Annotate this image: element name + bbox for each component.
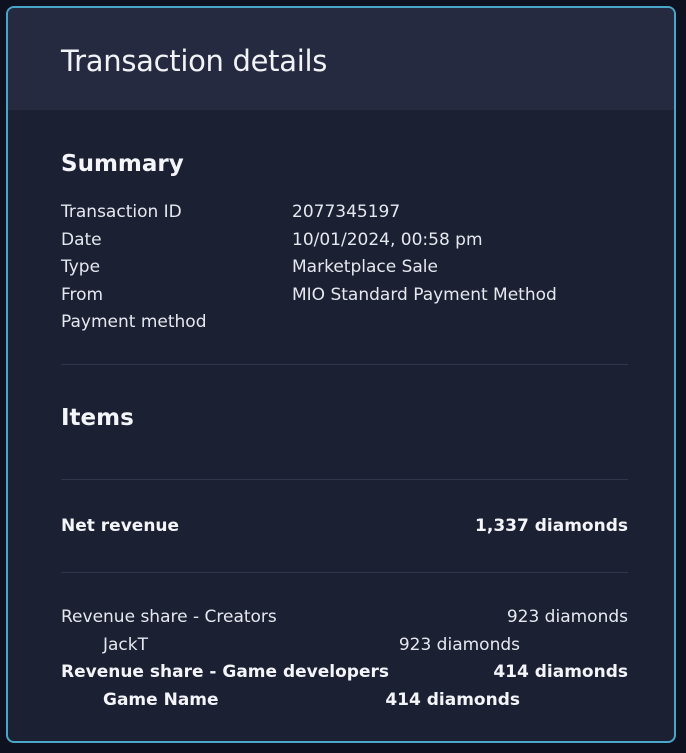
share-value: 414 diamonds [493,662,628,683]
summary-label: Transaction ID [61,202,182,222]
net-revenue-divider [61,572,628,573]
summary-value: 10/01/2024, 00:58 pm [292,229,483,250]
share-label: Revenue share - Creators [61,607,277,627]
share-label: JackT [103,634,149,655]
items-divider [61,479,628,480]
summary-value: 2077345197 [292,202,401,222]
revenue-share-subrow-game: Game Name 414 diamonds [61,687,520,715]
items-heading: Items [61,405,134,431]
summary-value: MIO Standard Payment Method [292,284,557,305]
net-revenue-label: Net revenue [61,516,180,536]
summary-heading: Summary [61,151,184,177]
share-value: 923 diamonds [398,634,520,655]
transaction-details-dialog: Transaction details Summary Transaction … [6,6,676,743]
summary-value: Marketplace Sale [292,257,438,278]
revenue-share-row-creators: Revenue share - Creators 923 diamonds [61,604,628,632]
share-value: 923 diamonds [506,607,628,627]
summary-label: Type [61,257,101,278]
share-label: Game Name [103,689,219,710]
share-label: Revenue share - Game developers [61,662,389,683]
revenue-share-subrow-creator: JackT 923 diamonds [61,632,520,660]
dialog-header: Transaction details [8,8,674,110]
summary-list: Transaction ID 2077345197 Date 10/01/202… [61,199,626,337]
summary-label: From [61,284,104,305]
summary-row-date: Date 10/01/2024, 00:58 pm [61,227,626,255]
summary-row-payment-method: Payment method [61,309,626,337]
net-revenue-value: 1,337 diamonds [475,516,628,536]
summary-row-transaction-id: Transaction ID 2077345197 [61,199,626,227]
summary-row-type: Type Marketplace Sale [61,254,626,282]
dialog-title: Transaction details [61,44,328,78]
summary-value [292,309,626,337]
summary-label: Payment method [61,312,207,333]
share-value: 414 diamonds [385,689,520,710]
summary-divider [61,364,628,365]
revenue-share-row-game-developers: Revenue share - Game developers 414 diam… [61,659,628,687]
summary-row-from: From MIO Standard Payment Method [61,282,626,310]
net-revenue-row: Net revenue 1,337 diamonds [61,514,628,538]
revenue-share-list: Revenue share - Creators 923 diamonds Ja… [61,604,628,714]
summary-label: Date [61,229,102,250]
